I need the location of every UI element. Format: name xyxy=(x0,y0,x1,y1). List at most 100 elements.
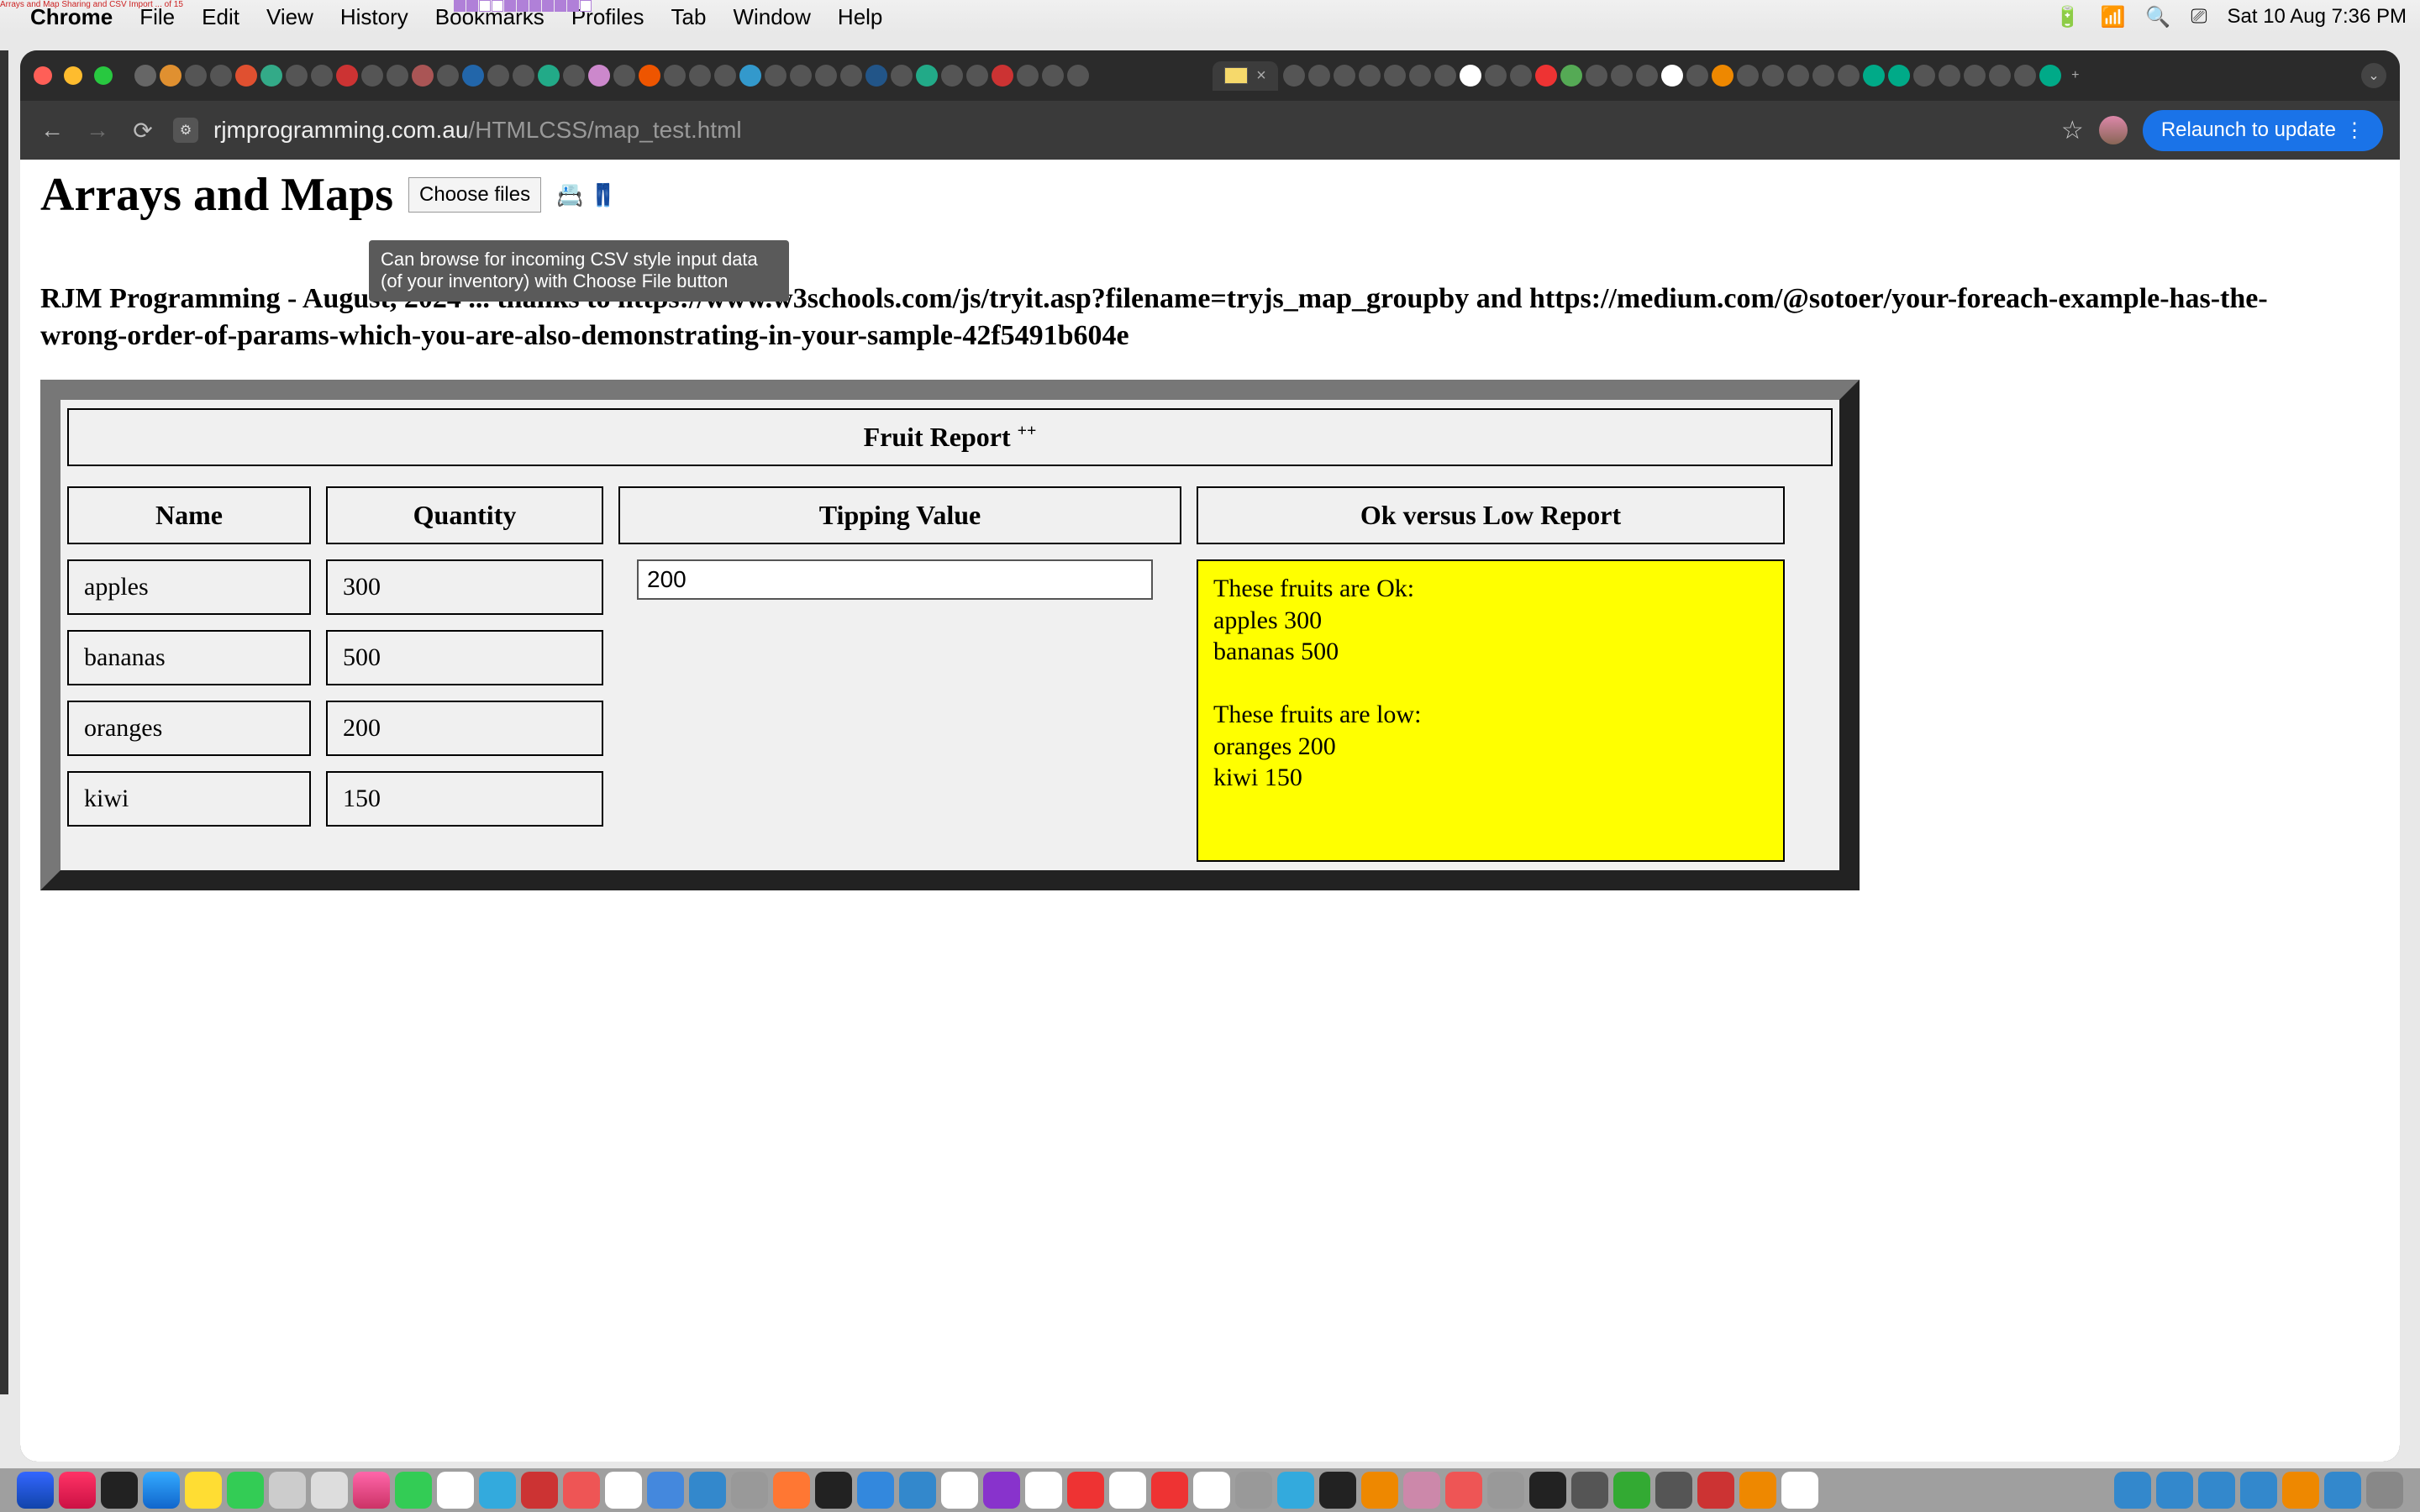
dock-app-icon[interactable] xyxy=(185,1472,222,1509)
dock-app-icon[interactable] xyxy=(773,1472,810,1509)
tab-icon[interactable] xyxy=(941,65,963,87)
dock-app-icon[interactable] xyxy=(563,1472,600,1509)
tab-icon[interactable] xyxy=(336,65,358,87)
cell-quantity[interactable]: 150 xyxy=(326,771,603,827)
close-tab-button[interactable]: × xyxy=(1256,66,1266,86)
cell-quantity[interactable]: 500 xyxy=(326,630,603,685)
tab-icon[interactable] xyxy=(538,65,560,87)
tab-icon[interactable] xyxy=(1863,65,1885,87)
dock-app-icon[interactable] xyxy=(479,1472,516,1509)
dock-app-icon[interactable] xyxy=(2240,1472,2277,1509)
tab-icon[interactable] xyxy=(1067,65,1089,87)
site-info-icon[interactable]: ⚙ xyxy=(173,118,198,143)
tab-icon[interactable] xyxy=(865,65,887,87)
tab-icon[interactable] xyxy=(689,65,711,87)
tab-icon[interactable] xyxy=(1686,65,1708,87)
tab-icon[interactable] xyxy=(2039,65,2061,87)
tab-icon[interactable] xyxy=(1812,65,1834,87)
tab-icon[interactable] xyxy=(1384,65,1406,87)
tab-icon[interactable] xyxy=(387,65,408,87)
dock-app-icon[interactable] xyxy=(2282,1472,2319,1509)
tab-icon[interactable] xyxy=(1787,65,1809,87)
battery-icon[interactable]: 🔋 xyxy=(2055,5,2081,29)
dock-app-icon[interactable] xyxy=(1193,1472,1230,1509)
minimize-window-button[interactable] xyxy=(64,66,82,85)
address-bar[interactable]: rjmprogramming.com.au/HTMLCSS/map_test.h… xyxy=(213,117,2046,144)
dock-app-icon[interactable] xyxy=(17,1472,54,1509)
dock-app-icon[interactable] xyxy=(2198,1472,2235,1509)
dock-app-icon[interactable] xyxy=(731,1472,768,1509)
tab-icon[interactable] xyxy=(160,65,182,87)
tab-icon[interactable] xyxy=(1334,65,1355,87)
dock-app-icon[interactable] xyxy=(1109,1472,1146,1509)
tab-icon[interactable] xyxy=(790,65,812,87)
tab-icon[interactable] xyxy=(966,65,988,87)
tab-icon[interactable] xyxy=(1913,65,1935,87)
dock-app-icon[interactable] xyxy=(689,1472,726,1509)
clock[interactable]: Sat 10 Aug 7:36 PM xyxy=(2228,5,2407,29)
dock-app-icon[interactable] xyxy=(1067,1472,1104,1509)
dock-app-icon[interactable] xyxy=(1487,1472,1524,1509)
tab-icon[interactable] xyxy=(437,65,459,87)
cell-name[interactable]: kiwi xyxy=(67,771,311,827)
dock-app-icon[interactable] xyxy=(857,1472,894,1509)
dock-app-icon[interactable] xyxy=(1319,1472,1356,1509)
tab-icon[interactable] xyxy=(891,65,913,87)
control-center-icon[interactable]: ⎚ xyxy=(2191,5,2207,29)
dock-app-icon[interactable] xyxy=(311,1472,348,1509)
dock-app-icon[interactable] xyxy=(983,1472,1020,1509)
tab-icon[interactable] xyxy=(286,65,308,87)
tab-icon[interactable] xyxy=(815,65,837,87)
tab-icon[interactable] xyxy=(1989,65,2011,87)
tab-icon[interactable] xyxy=(260,65,282,87)
tab-icon[interactable] xyxy=(462,65,484,87)
dock-app-icon[interactable] xyxy=(101,1472,138,1509)
dock-app-icon[interactable] xyxy=(2156,1472,2193,1509)
menu-view[interactable]: View xyxy=(266,4,313,30)
tab-icon[interactable] xyxy=(1017,65,1039,87)
tab-icon[interactable] xyxy=(1636,65,1658,87)
forward-button[interactable]: → xyxy=(82,115,113,145)
tab-icon[interactable] xyxy=(487,65,509,87)
dock-app-icon[interactable] xyxy=(815,1472,852,1509)
tab-icon[interactable] xyxy=(1535,65,1557,87)
tab-icon[interactable] xyxy=(1737,65,1759,87)
tab-icon[interactable] xyxy=(185,65,207,87)
tab-icon[interactable] xyxy=(1762,65,1784,87)
tab-icon[interactable] xyxy=(588,65,610,87)
tab-icon[interactable] xyxy=(739,65,761,87)
new-tab-button[interactable]: + xyxy=(2065,65,2086,87)
dock-app-icon[interactable] xyxy=(353,1472,390,1509)
cell-name[interactable]: bananas xyxy=(67,630,311,685)
inventory-emoji-buttons[interactable]: 📇 👖 xyxy=(556,182,617,208)
tab-icon[interactable] xyxy=(1460,65,1481,87)
cell-name[interactable]: apples xyxy=(67,559,311,615)
tab-icon[interactable] xyxy=(664,65,686,87)
tab-icon[interactable] xyxy=(613,65,635,87)
back-button[interactable]: ← xyxy=(37,115,67,145)
dock-app-icon[interactable] xyxy=(1781,1472,1818,1509)
cell-name[interactable]: oranges xyxy=(67,701,311,756)
menu-tab[interactable]: Tab xyxy=(671,4,707,30)
tab-icon[interactable] xyxy=(1283,65,1305,87)
dock-trash-icon[interactable] xyxy=(2366,1472,2403,1509)
dock-app-icon[interactable] xyxy=(59,1472,96,1509)
tab-icon[interactable] xyxy=(1485,65,1507,87)
tab-icon[interactable] xyxy=(235,65,257,87)
dock-app-icon[interactable] xyxy=(437,1472,474,1509)
tab-icon[interactable] xyxy=(1510,65,1532,87)
dock-app-icon[interactable] xyxy=(2114,1472,2151,1509)
tab-icon[interactable] xyxy=(1964,65,1986,87)
dock-app-icon[interactable] xyxy=(1277,1472,1314,1509)
dock-app-icon[interactable] xyxy=(647,1472,684,1509)
dock-app-icon[interactable] xyxy=(1739,1472,1776,1509)
dock-app-icon[interactable] xyxy=(605,1472,642,1509)
tab-icon[interactable] xyxy=(714,65,736,87)
tab-icon[interactable] xyxy=(1712,65,1733,87)
cell-quantity[interactable]: 300 xyxy=(326,559,603,615)
tab-icon[interactable] xyxy=(1434,65,1456,87)
wifi-icon[interactable]: 📶 xyxy=(2101,5,2126,29)
tab-icon[interactable] xyxy=(1409,65,1431,87)
cell-quantity[interactable]: 200 xyxy=(326,701,603,756)
menu-edit[interactable]: Edit xyxy=(202,4,239,30)
